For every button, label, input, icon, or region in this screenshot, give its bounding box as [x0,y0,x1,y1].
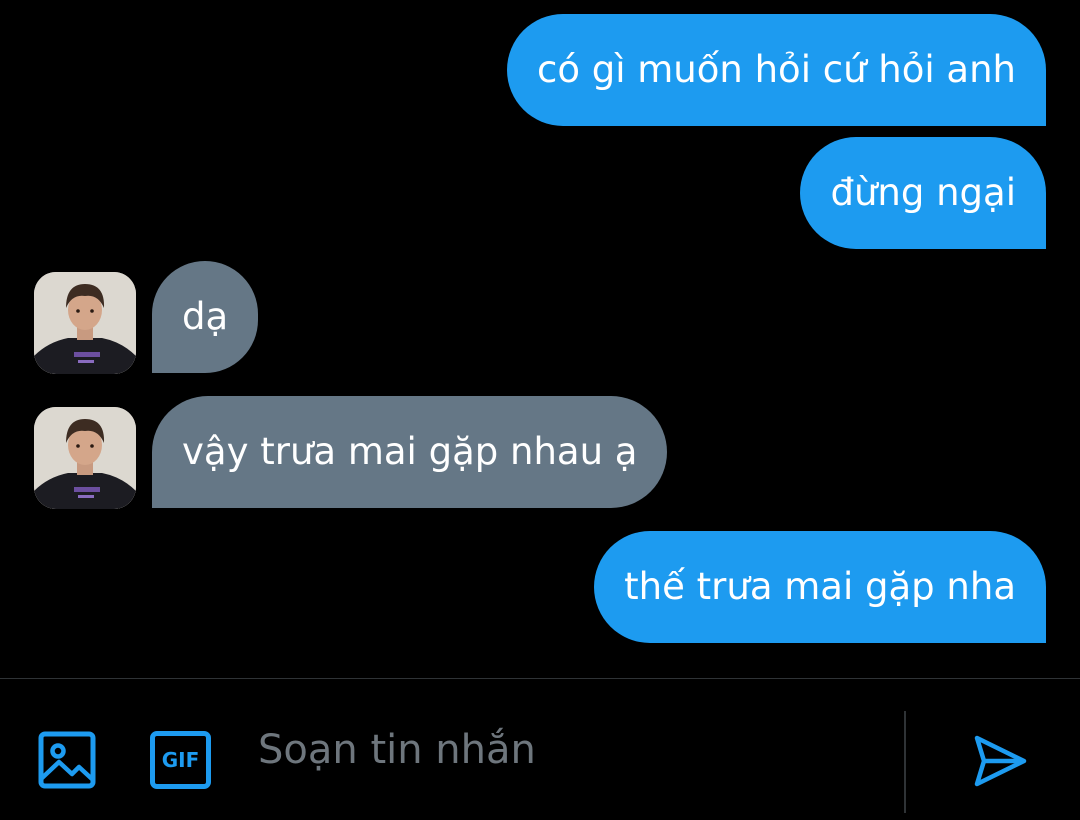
avatar-image [34,407,136,509]
message-bubble-outgoing[interactable]: có gì muốn hỏi cứ hỏi anh [507,14,1046,126]
message-bubble-outgoing[interactable]: đừng ngại [800,137,1046,249]
gif-label: GIF [161,748,200,772]
avatar-image [34,272,136,374]
send-icon[interactable] [972,733,1028,789]
dm-conversation-screen: có gì muốn hỏi cứ hỏi anh đừng ngại dạ v… [0,0,1080,820]
gif-button[interactable]: GIF [150,731,211,789]
message-bubble-incoming[interactable]: dạ [152,261,259,373]
message-text: có gì muốn hỏi cứ hỏi anh [537,48,1016,91]
message-text: đừng ngại [830,171,1016,214]
message-text: thế trưa mai gặp nha [624,565,1016,608]
message-input[interactable] [258,715,878,785]
avatar[interactable] [34,407,136,509]
message-text: vậy trưa mai gặp nhau ạ [182,430,638,473]
composer-divider [904,711,906,813]
message-composer: GIF [0,678,1080,820]
image-icon[interactable] [38,731,96,789]
message-bubble-incoming[interactable]: vậy trưa mai gặp nhau ạ [152,396,668,508]
avatar[interactable] [34,272,136,374]
message-text: dạ [182,295,229,338]
message-bubble-outgoing[interactable]: thế trưa mai gặp nha [594,531,1046,643]
